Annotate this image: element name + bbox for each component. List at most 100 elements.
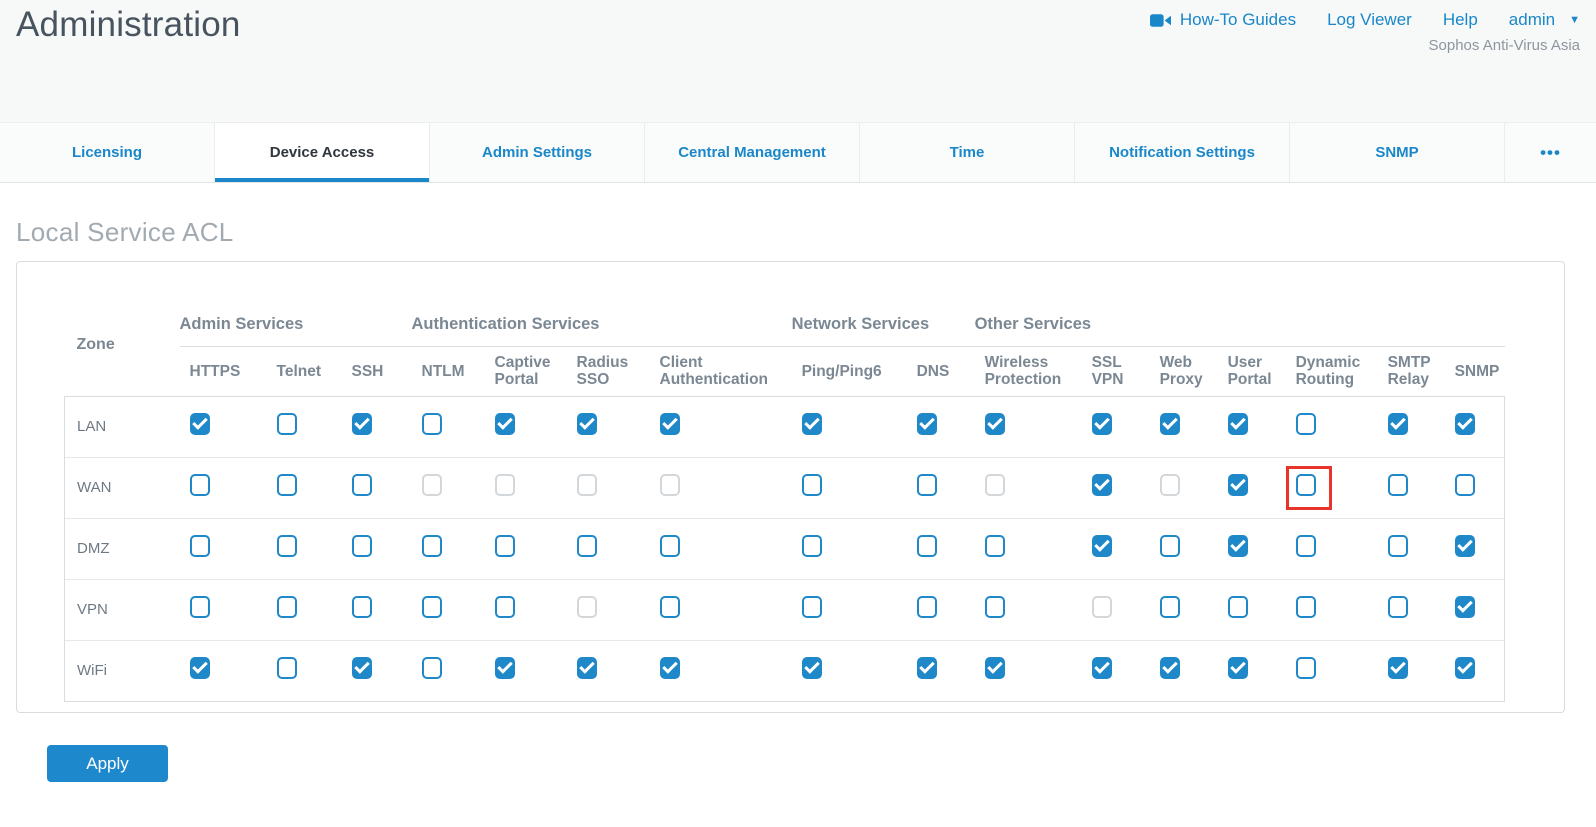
acl-cell-dmz-smtp-relay: [1378, 518, 1445, 579]
checkbox-wan-snmp[interactable]: [1455, 474, 1475, 496]
acl-cell-wan-https: [180, 457, 267, 518]
help-link[interactable]: Help: [1443, 10, 1478, 30]
checkbox-vpn-captive-portal[interactable]: [495, 596, 515, 618]
checkbox-lan-user-portal[interactable]: [1228, 413, 1248, 435]
checkbox-wifi-telnet[interactable]: [277, 657, 297, 679]
checkbox-wifi-ssl-vpn[interactable]: [1092, 657, 1112, 679]
acl-cell-vpn-web-proxy: [1150, 579, 1218, 640]
acl-cell-lan-https: [180, 396, 267, 457]
checkbox-wifi-client-authentication[interactable]: [660, 657, 680, 679]
acl-cell-wan-ntlm: [412, 457, 485, 518]
tab-time[interactable]: Time: [860, 123, 1075, 182]
checkbox-dmz-ntlm[interactable]: [422, 535, 442, 557]
tab-central-management[interactable]: Central Management: [645, 123, 860, 182]
checkbox-wan-ssl-vpn[interactable]: [1092, 474, 1112, 496]
checkbox-vpn-wireless-protection[interactable]: [985, 596, 1005, 618]
checkbox-wifi-captive-portal[interactable]: [495, 657, 515, 679]
checkbox-wan-dynamic-routing[interactable]: [1296, 474, 1316, 496]
checkbox-vpn-telnet[interactable]: [277, 596, 297, 618]
acl-cell-dmz-https: [180, 518, 267, 579]
checkbox-vpn-user-portal[interactable]: [1228, 596, 1248, 618]
acl-cell-vpn-dns: [907, 579, 975, 640]
acl-cell-wan-client-authentication: [650, 457, 792, 518]
checkbox-wan-ssh[interactable]: [352, 474, 372, 496]
checkbox-vpn-dns[interactable]: [917, 596, 937, 618]
checkbox-wan-smtp-relay[interactable]: [1388, 474, 1408, 496]
checkbox-wan-https[interactable]: [190, 474, 210, 496]
checkbox-dmz-radius-sso[interactable]: [577, 535, 597, 557]
tab-admin-settings[interactable]: Admin Settings: [430, 123, 645, 182]
checkbox-vpn-ping-ping6[interactable]: [802, 596, 822, 618]
checkbox-vpn-ssh[interactable]: [352, 596, 372, 618]
checkbox-dmz-telnet[interactable]: [277, 535, 297, 557]
checkbox-wifi-dynamic-routing[interactable]: [1296, 657, 1316, 679]
checkbox-lan-smtp-relay[interactable]: [1388, 413, 1408, 435]
checkbox-dmz-ping-ping6[interactable]: [802, 535, 822, 557]
acl-cell-vpn-telnet: [267, 579, 342, 640]
checkbox-dmz-client-authentication[interactable]: [660, 535, 680, 557]
checkbox-vpn-client-authentication[interactable]: [660, 596, 680, 618]
checkbox-dmz-ssl-vpn[interactable]: [1092, 535, 1112, 557]
column-header-https: HTTPS: [180, 347, 267, 397]
checkbox-wifi-https[interactable]: [190, 657, 210, 679]
checkbox-lan-ntlm[interactable]: [422, 413, 442, 435]
checkbox-lan-dynamic-routing[interactable]: [1296, 413, 1316, 435]
tab-snmp[interactable]: SNMP: [1290, 123, 1505, 182]
checkbox-wan-telnet[interactable]: [277, 474, 297, 496]
tab-device-access[interactable]: Device Access: [215, 123, 430, 182]
checkbox-wifi-ping-ping6[interactable]: [802, 657, 822, 679]
checkbox-lan-ssl-vpn[interactable]: [1092, 413, 1112, 435]
checkbox-dmz-captive-portal[interactable]: [495, 535, 515, 557]
checkbox-dmz-dns[interactable]: [917, 535, 937, 557]
checkbox-vpn-https[interactable]: [190, 596, 210, 618]
tab-notification-settings[interactable]: Notification Settings: [1075, 123, 1290, 182]
checkbox-dmz-https[interactable]: [190, 535, 210, 557]
checkbox-dmz-ssh[interactable]: [352, 535, 372, 557]
checkbox-dmz-snmp[interactable]: [1455, 535, 1475, 557]
checkbox-dmz-wireless-protection[interactable]: [985, 535, 1005, 557]
checkbox-vpn-snmp[interactable]: [1455, 596, 1475, 618]
column-header-ping-ping6: Ping/Ping6: [792, 347, 907, 397]
checkbox-lan-https[interactable]: [190, 413, 210, 435]
checkbox-wifi-ssh[interactable]: [352, 657, 372, 679]
checkbox-lan-snmp[interactable]: [1455, 413, 1475, 435]
checkbox-wifi-wireless-protection[interactable]: [985, 657, 1005, 679]
checkbox-wifi-user-portal[interactable]: [1228, 657, 1248, 679]
acl-cell-wifi-captive-portal: [485, 640, 567, 701]
checkbox-vpn-smtp-relay[interactable]: [1388, 596, 1408, 618]
checkbox-wifi-ntlm[interactable]: [422, 657, 442, 679]
checkbox-wifi-dns[interactable]: [917, 657, 937, 679]
checkbox-lan-radius-sso[interactable]: [577, 413, 597, 435]
checkbox-wifi-smtp-relay[interactable]: [1388, 657, 1408, 679]
checkbox-dmz-web-proxy[interactable]: [1160, 535, 1180, 557]
more-tabs-button[interactable]: •••: [1505, 123, 1596, 182]
apply-button[interactable]: Apply: [47, 745, 168, 782]
checkbox-lan-ping-ping6[interactable]: [802, 413, 822, 435]
checkbox-dmz-dynamic-routing[interactable]: [1296, 535, 1316, 557]
tab-licensing[interactable]: Licensing: [0, 123, 215, 182]
checkbox-lan-captive-portal[interactable]: [495, 413, 515, 435]
log-viewer-link[interactable]: Log Viewer: [1327, 10, 1412, 30]
checkbox-wan-user-portal[interactable]: [1228, 474, 1248, 496]
checkbox-lan-wireless-protection[interactable]: [985, 413, 1005, 435]
checkbox-wifi-radius-sso[interactable]: [577, 657, 597, 679]
checkbox-wan-ping-ping6[interactable]: [802, 474, 822, 496]
checkbox-vpn-dynamic-routing[interactable]: [1296, 596, 1316, 618]
checkbox-wifi-web-proxy[interactable]: [1160, 657, 1180, 679]
howto-guides-link[interactable]: How-To Guides: [1150, 10, 1296, 30]
checkbox-lan-web-proxy[interactable]: [1160, 413, 1180, 435]
checkbox-vpn-web-proxy[interactable]: [1160, 596, 1180, 618]
checkbox-vpn-ntlm[interactable]: [422, 596, 442, 618]
checkbox-lan-client-authentication[interactable]: [660, 413, 680, 435]
checkbox-dmz-smtp-relay[interactable]: [1388, 535, 1408, 557]
header-links: How-To Guides Log Viewer Help admin ▼ So…: [1150, 2, 1580, 54]
acl-cell-dmz-wireless-protection: [975, 518, 1082, 579]
checkbox-wifi-snmp[interactable]: [1455, 657, 1475, 679]
checkbox-wan-dns[interactable]: [917, 474, 937, 496]
checkbox-dmz-user-portal[interactable]: [1228, 535, 1248, 557]
column-header-wireless-protection: Wireless Protection: [975, 347, 1082, 397]
checkbox-lan-telnet[interactable]: [277, 413, 297, 435]
admin-user-menu[interactable]: admin ▼: [1509, 10, 1580, 30]
checkbox-lan-dns[interactable]: [917, 413, 937, 435]
checkbox-lan-ssh[interactable]: [352, 413, 372, 435]
